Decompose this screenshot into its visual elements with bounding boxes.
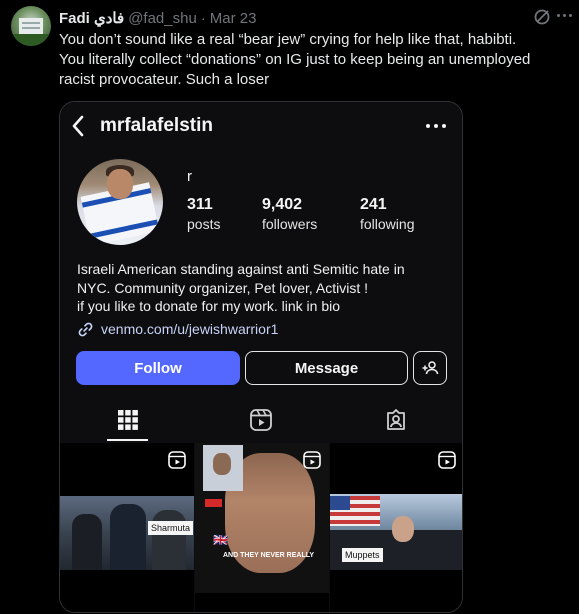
ig-bio-line: if you like to donate for my work. link … [77,298,341,314]
ig-stat-posts: 311 posts [187,195,220,233]
ig-stat-following: 241 following [360,195,414,233]
tweet-text-line: racist provocateur. Such a loser [59,71,270,88]
ig-bio-link: venmo.com/u/jewishwarrior1 [77,319,278,339]
add-person-icon [422,361,439,375]
ig-full-name: r [187,168,192,185]
ig-profile-picture [77,159,163,245]
ig-tab-tagged [376,399,416,441]
link-icon [78,322,93,336]
ig-stat-followers: 9,402 followers [262,195,317,233]
ig-following-label: following [360,216,415,232]
thumbnail-caption: Muppets [342,548,383,562]
ig-follow-button: Follow [76,351,240,385]
author-avatar[interactable] [11,6,51,46]
author-handle[interactable]: @fad_shu [128,10,197,27]
ig-posts-count: 311 [187,196,213,213]
ig-username: mrfalafelstin [100,115,213,136]
tweet-text-line: You literally collect “donations” on IG … [59,51,531,68]
tagged-icon [387,409,405,430]
ig-following-count: 241 [360,196,387,213]
ig-bio-line: NYC. Community organizer, Pet lover, Act… [77,279,368,296]
tweet-text: You don’t sound like a real “bear jew” c… [59,30,564,90]
tweet-date[interactable]: Mar 23 [210,10,257,27]
ig-link-text: venmo.com/u/jewishwarrior1 [101,321,279,337]
tweet-media-image[interactable]: mrfalafelstin r 311 posts 9,402 follower… [59,101,463,613]
ig-post-thumbnail: 🇬🇧 AND THEY NEVER REALLY [195,443,329,612]
reels-icon [250,409,272,431]
thumbnail-caption: AND THEY NEVER REALLY [223,552,315,559]
reel-badge-icon [303,451,321,469]
grok-icon[interactable] [533,8,551,26]
ig-profile-tabs [60,399,462,441]
ig-more-icon [426,124,446,128]
ig-bio-line: Israeli American standing against anti S… [77,261,405,277]
instagram-profile-screenshot: mrfalafelstin r 311 posts 9,402 follower… [60,102,462,612]
more-icon[interactable] [557,14,573,20]
reel-badge-icon [168,451,186,469]
ig-tab-reels [241,399,281,441]
uk-flag-icon: 🇬🇧 [213,533,228,547]
back-chevron-icon [72,115,84,137]
reel-badge-icon [438,451,456,469]
thumbnail-caption: Sharmuta [148,521,194,535]
ig-bio: Israeli American standing against anti S… [77,260,457,316]
ig-post-thumbnail: Muppets [330,443,462,612]
thumbnail-badge [205,499,223,507]
ig-followers-count: 9,402 [262,196,303,213]
header-separator: · [200,9,206,27]
author-display-name[interactable]: Fadi فادي [59,9,124,27]
ig-tab-grid [107,399,148,441]
ig-posts-label: posts [187,216,221,232]
grid-icon [118,410,138,430]
ig-add-person-button [413,351,447,385]
ig-message-button: Message [245,351,408,385]
tweet-text-line: You don’t sound like a real “bear jew” c… [59,31,517,48]
tweet-header: Fadi فادي @fad_shu · Mar 23 [59,8,256,28]
ig-followers-label: followers [262,216,318,232]
ig-post-thumbnail: Sharmuta [60,443,194,612]
